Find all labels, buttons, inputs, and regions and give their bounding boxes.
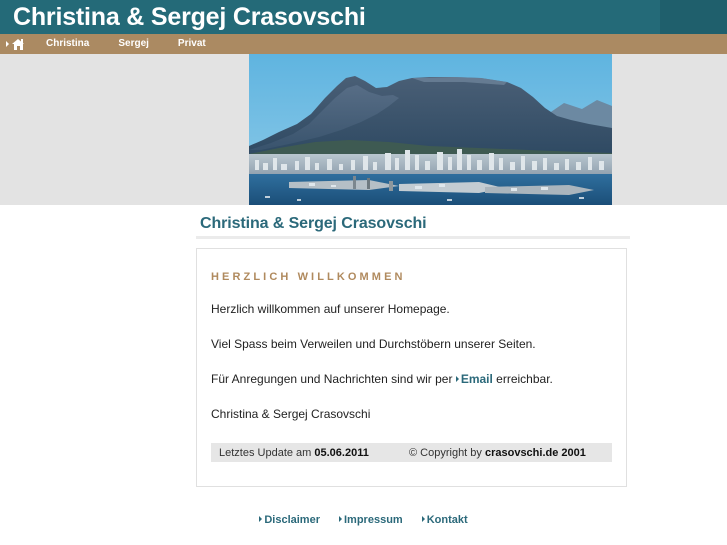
copyright-owner: crasovschi.de 2001 <box>484 446 586 459</box>
contact-text-after: erreichbar. <box>492 372 553 386</box>
banner-strip <box>0 54 727 205</box>
site-title: Christina & Sergej Crasovschi <box>13 3 366 31</box>
last-update: Letztes Update am 05.06.2011 <box>219 447 409 459</box>
arrow-right-icon <box>421 516 425 522</box>
home-icon <box>12 38 24 50</box>
arrow-right-icon <box>259 516 263 522</box>
nav-home-link[interactable] <box>6 34 24 54</box>
site-footer: Disclaimer Impressum Kontakt <box>0 514 727 526</box>
footer-link-impressum-label: Impressum <box>344 514 403 526</box>
contact-text-before: Für Anregungen und Nachrichten sind wir … <box>211 372 456 386</box>
meta-bar: Letztes Update am 05.06.2011 © Copyright… <box>211 443 612 462</box>
page-title: Christina & Sergej Crasovschi <box>200 215 427 232</box>
nav-item-christina[interactable]: Christina <box>46 34 106 54</box>
last-update-label: Letztes Update am <box>219 446 315 459</box>
site-header: Christina & Sergej Crasovschi <box>0 0 727 34</box>
nav-links: Christina Sergej Privat <box>46 34 235 54</box>
paragraph-enjoy: Viel Spass beim Verweilen und Durchstöbe… <box>211 337 536 351</box>
email-link[interactable]: Email <box>455 372 493 386</box>
footer-link-impressum[interactable]: Impressum <box>339 514 403 526</box>
main-navigation[interactable]: Christina Sergej Privat <box>0 34 727 54</box>
arrow-right-icon <box>339 516 342 522</box>
last-update-date: 05.06.2011 <box>314 446 369 459</box>
heading-divider <box>196 236 630 239</box>
welcome-kicker: HERZLICH WILLKOMMEN <box>211 271 406 283</box>
header-shade <box>660 0 727 34</box>
signature: Christina & Sergej Crasovschi <box>211 407 371 421</box>
footer-link-disclaimer-label: Disclaimer <box>264 514 320 526</box>
arrow-right-icon <box>455 376 459 382</box>
arrow-right-icon <box>6 41 9 47</box>
content-box: HERZLICH WILLKOMMEN Herzlich willkommen … <box>196 248 627 487</box>
email-link-label: Email <box>460 372 493 386</box>
footer-link-disclaimer[interactable]: Disclaimer <box>259 514 320 526</box>
nav-item-sergej[interactable]: Sergej <box>118 34 166 54</box>
paragraph-contact: Für Anregungen und Nachrichten sind wir … <box>211 372 612 386</box>
footer-link-kontakt-label: Kontakt <box>426 514 468 526</box>
copyright-label: © Copyright by <box>409 446 485 459</box>
footer-link-kontakt[interactable]: Kontakt <box>421 514 468 526</box>
banner-image-table-mountain <box>249 54 612 205</box>
copyright: © Copyright by crasovschi.de 2001 <box>409 447 586 459</box>
paragraph-welcome: Herzlich willkommen auf unserer Homepage… <box>211 302 450 316</box>
content-column: Christina & Sergej Crasovschi HERZLICH W… <box>196 205 630 487</box>
nav-item-privat[interactable]: Privat <box>178 34 223 54</box>
